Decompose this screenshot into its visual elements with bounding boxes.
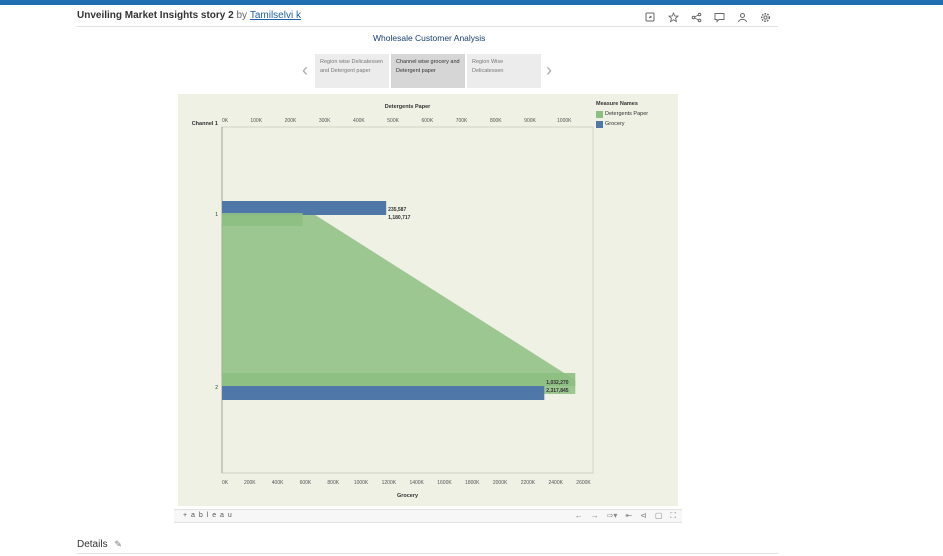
grocery-bar [222,386,545,400]
bottom-tick-label: 600K [300,480,312,486]
bottom-tick-label: 1400K [409,480,424,486]
detergents-bar [222,213,303,226]
top-tick-label: 700K [456,118,468,124]
edit-pencil-icon[interactable]: ✎ [114,539,122,549]
bottom-axis-title: Grocery [397,493,419,499]
legend-item-grocery[interactable]: Grocery [596,119,648,129]
top-tick-label: 600K [422,118,434,124]
tableau-logo[interactable]: + a b l e a u [183,512,233,519]
bottom-tick-label: 1000K [354,480,369,486]
legend-label: Detergents Paper [605,111,649,117]
author-link[interactable]: Tamilselvi k [250,10,301,21]
revert-icon[interactable]: ⇨▾ [607,511,618,521]
star-icon[interactable] [666,10,680,24]
row-header-label: Channel 1 [192,121,218,127]
detergents-area [222,207,576,394]
bottom-tick-label: 0K [222,480,229,486]
row-label: 1 [215,212,218,218]
details-section: Details ✎ [77,539,778,554]
tableau-logo-text: + a b l e a u [183,512,233,519]
legend: Measure Names Detergents Paper Grocery [596,101,648,129]
detergents-data-label: 1,032,270 [546,380,568,386]
legend-title: Measure Names [596,101,638,107]
workbook-title-text: Unveiling Market Insights story 2 [77,10,234,21]
header-actions [643,10,772,24]
top-tick-label: 800K [490,118,502,124]
legend-label: Grocery [605,121,625,127]
comment-icon[interactable] [712,10,726,24]
row-label: 2 [215,385,218,391]
header: Unveiling Market Insights story 2 by Tam… [77,8,778,27]
bottom-tick-label: 2000K [493,480,508,486]
redo-icon[interactable]: → [591,511,599,521]
tableau-toolbar: + a b l e a u ← → ⇨▾ ⇤ ⊲ ▢ ⛶ [174,509,682,523]
top-tick-label: 0K [222,118,229,124]
share-icon[interactable] [689,10,703,24]
bottom-tick-label: 1600K [437,480,452,486]
fullscreen-icon[interactable]: ⛶ [670,511,676,521]
top-tick-label: 1000K [557,118,572,124]
share-icon[interactable]: ⊲ [640,511,647,521]
by-label: by [236,10,248,21]
top-tick-label: 400K [353,118,365,124]
comment-icon[interactable]: ▢ [655,511,663,521]
story-point-region-delicatessen-detergent[interactable]: Region wise Delicatessen and Detergent p… [315,54,389,88]
story-point-region-delicatessen[interactable]: Region Wise Delicatessen [467,54,541,88]
details-label: Details [77,539,108,550]
bottom-tick-label: 2400K [548,480,563,486]
grocery-data-label: 2,317,845 [546,388,568,394]
detergents-bar [222,373,576,386]
grocery-data-label: 1,180,717 [388,215,410,221]
top-tick-label: 500K [387,118,399,124]
bottom-tick-label: 1800K [465,480,480,486]
top-tick-label: 100K [250,118,262,124]
top-tick-label: 300K [319,118,331,124]
story-title: Wholesale Customer Analysis [373,33,486,43]
top-accent-bar [0,0,943,5]
settings-icon[interactable] [758,10,772,24]
visualization-area: Channel 1 Detergents Paper Grocery 0K 100K 20… [178,94,678,506]
undo-icon[interactable]: ← [575,511,583,521]
legend-item-detergents-paper[interactable]: Detergents Paper [596,109,648,119]
bar-chart: Channel 1Detergents PaperGrocery0K 100K 20… [192,104,594,499]
reset-icon[interactable]: ⇤ [625,511,632,521]
story-navigator: Region wise Delicatessen and Detergent p… [315,54,541,88]
bottom-tick-label: 1200K [382,480,397,486]
legend-swatch [596,110,603,118]
toolbar-actions: ← → ⇨▾ ⇤ ⊲ ▢ ⛶ [575,511,676,521]
bottom-tick-label: 800K [327,480,339,486]
previous-story-point-chevron-left-icon[interactable]: ‹ [298,60,312,80]
detergents-data-label: 235,587 [388,207,406,213]
top-tick-label: 200K [285,118,297,124]
next-story-point-chevron-right-icon[interactable]: › [542,60,556,80]
sheet-swap-icon[interactable] [643,10,657,24]
bottom-tick-label: 2200K [521,480,536,486]
story-point-channel-grocery-detergent[interactable]: Channel wise grocery and Detergent paper [391,54,465,88]
bottom-tick-label: 2600K [576,480,591,486]
top-tick-label: 900K [524,118,536,124]
top-axis-title: Detergents Paper [385,104,431,110]
workbook-title: Unveiling Market Insights story 2 by Tam… [77,10,301,21]
bottom-tick-label: 400K [272,480,284,486]
grocery-bar [222,201,387,215]
legend-swatch [596,120,603,128]
bottom-tick-label: 200K [244,480,256,486]
people-icon[interactable] [735,10,749,24]
